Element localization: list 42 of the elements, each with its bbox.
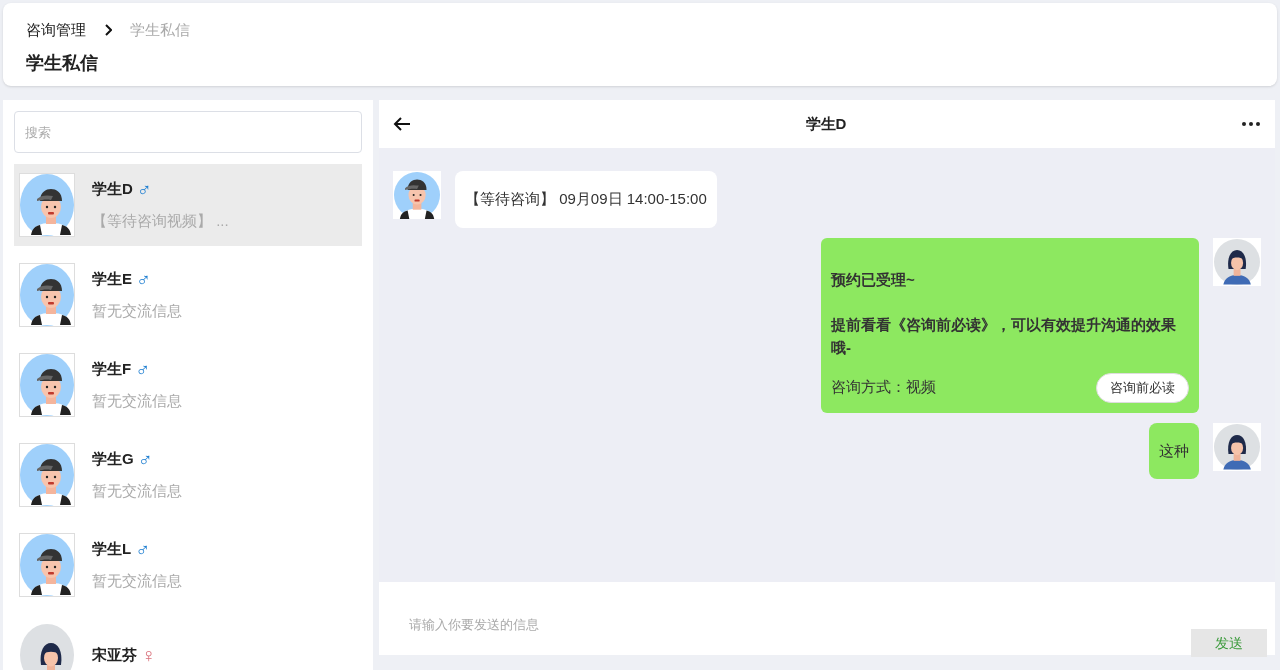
message-preview: 暂无交流信息 (92, 571, 182, 591)
message-input[interactable]: 请输入你要发送的信息 (409, 615, 1009, 635)
contact-name: 学生E (92, 268, 132, 289)
page-title: 学生私信 (26, 51, 99, 75)
message-preview: 暂无交流信息 (92, 301, 182, 321)
message-preview: 【等待咨询视频】 ... (92, 211, 229, 231)
avatar-drawing (1213, 422, 1261, 471)
gender-icon: ♀ (141, 645, 156, 665)
contact-name: 学生G (92, 448, 134, 469)
contact-name: 学生F (92, 358, 132, 379)
avatar-drawing (19, 263, 75, 327)
contact-item[interactable]: 学生D ♂ 【等待咨询视频】 ... (14, 164, 362, 246)
gender-icon: ♂ (135, 358, 151, 379)
contact-name: 宋亚芬 (92, 644, 137, 665)
gender-icon: ♂ (137, 448, 153, 469)
message-preview: 暂无交流信息 (92, 481, 182, 501)
breadcrumb-item[interactable]: 咨询管理 (26, 19, 86, 42)
more-icon[interactable] (1241, 121, 1261, 127)
message-text: 预约已受理~ (831, 269, 916, 290)
contact-name: 学生D (92, 178, 133, 199)
search-field[interactable]: 搜索 (14, 111, 362, 153)
message-bubble: 【等待咨询】 09月09日 14:00-15:00 (455, 171, 717, 228)
contact-name: 学生L (92, 538, 132, 559)
chevron-icon (104, 24, 112, 37)
gender-icon: ♂ (136, 268, 151, 289)
avatar-drawing (19, 353, 75, 417)
avatar-drawing (1213, 237, 1261, 286)
breadcrumb-item: 学生私信 (130, 20, 190, 40)
back-icon[interactable] (393, 116, 411, 132)
message-text: 提前看看《咨询前必读》，可以有效提升沟通的效果哦- (831, 314, 1177, 358)
avatar-drawing (19, 533, 75, 597)
gender-icon: ♂ (135, 538, 151, 559)
avatar-drawing (19, 623, 75, 670)
avatar-drawing (19, 443, 75, 507)
avatar-drawing (393, 171, 441, 219)
message-text: 咨询方式：视频 (831, 377, 936, 398)
gender-icon: ♂ (136, 178, 152, 199)
avatar-drawing (19, 173, 75, 237)
chat-title: 学生D (805, 113, 847, 134)
message-bubble: 这种 (1149, 422, 1199, 479)
guide-button[interactable]: 咨询前必读 (1096, 372, 1189, 403)
message-preview: 暂无交流信息 (92, 391, 182, 411)
